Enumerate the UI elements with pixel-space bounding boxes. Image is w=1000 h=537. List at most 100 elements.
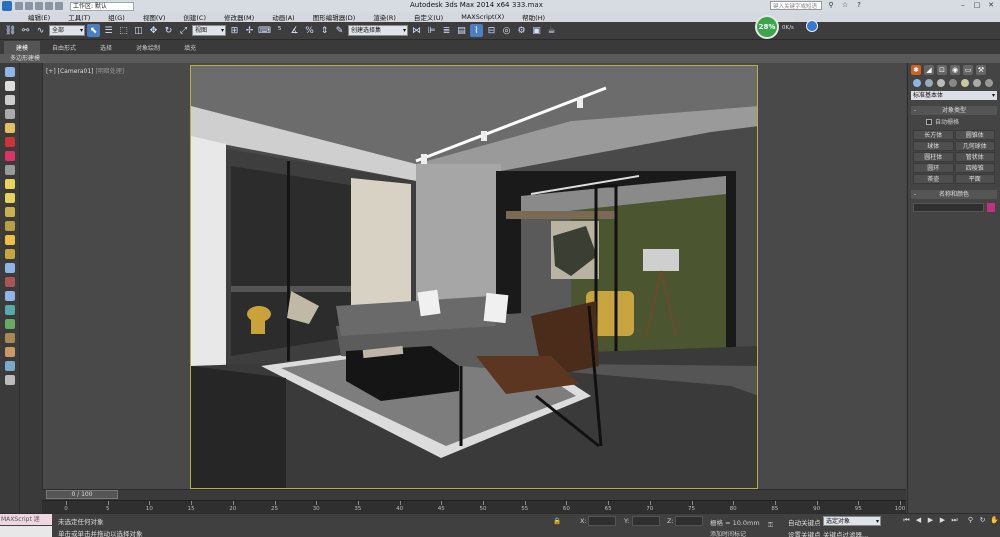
layer-explorer-icon[interactable] — [5, 109, 15, 119]
helpers-icon[interactable] — [961, 79, 969, 87]
select-object-icon[interactable]: ⬉ — [87, 24, 100, 37]
go-start-icon[interactable]: ⏮ — [902, 516, 911, 525]
new-icon[interactable] — [15, 2, 23, 10]
menu-item[interactable]: 渲染(R) — [373, 12, 396, 22]
utilities-tab-icon[interactable]: ⚒ — [976, 65, 986, 75]
star-icon[interactable]: ☆ — [840, 1, 850, 10]
menu-item[interactable]: 帮助(H) — [522, 12, 545, 22]
primitive-button[interactable]: 长方体 — [913, 130, 954, 140]
name-color-rollout[interactable]: - 名称和颜色 — [911, 190, 997, 199]
maximize-icon[interactable]: □ — [972, 1, 982, 10]
zoom-icon[interactable]: ⚲ — [966, 516, 975, 525]
rotate-icon[interactable]: ↻ — [162, 24, 175, 37]
y-coord-field[interactable] — [632, 516, 660, 526]
pivot-icon[interactable]: ⊞ — [228, 24, 241, 37]
keyboard-shortcut-icon[interactable]: ⌨ — [258, 24, 271, 37]
render-icon[interactable] — [5, 137, 15, 147]
save-icon[interactable] — [35, 2, 43, 10]
named-selection-dropdown[interactable]: 创建选择集 — [348, 25, 408, 36]
camera-icon[interactable] — [5, 291, 15, 301]
window-crossing-icon[interactable]: ◫ — [132, 24, 145, 37]
selection-filter-dropdown[interactable]: 全部 — [49, 25, 85, 36]
torus-icon[interactable] — [5, 207, 15, 217]
link-icon[interactable]: ⛓ — [4, 24, 17, 37]
orbit-icon[interactable]: ↻ — [978, 516, 987, 525]
maxscript-output[interactable] — [0, 526, 52, 537]
z-coord-field[interactable] — [675, 516, 703, 526]
select-manipulate-icon[interactable]: ✢ — [243, 24, 256, 37]
geometry-icon[interactable] — [913, 79, 921, 87]
menu-item[interactable]: 自定义(U) — [414, 12, 443, 22]
x-coord-field[interactable] — [588, 516, 616, 526]
add-time-tag[interactable]: 添加时间标记 — [710, 529, 746, 537]
key-filters-button[interactable]: 关键点过滤器... — [823, 529, 868, 537]
axis-icon[interactable] — [5, 361, 15, 371]
ribbon-tab[interactable]: 建模 — [4, 41, 41, 54]
teapot-icon[interactable] — [5, 221, 15, 231]
prev-frame-icon[interactable]: ◀ — [914, 516, 923, 525]
primitive-button[interactable]: 平面 — [954, 174, 995, 184]
menu-item[interactable]: 编辑(E) — [28, 12, 50, 22]
move-icon[interactable]: ✥ — [147, 24, 160, 37]
plant-icon[interactable] — [5, 319, 15, 329]
camera-viewport[interactable] — [190, 65, 758, 489]
primitive-button[interactable]: 管状体 — [954, 152, 995, 162]
gear-icon[interactable] — [5, 347, 15, 357]
display-tab-icon[interactable]: ▭ — [963, 65, 973, 75]
render-icon[interactable]: ☕ — [545, 24, 558, 37]
object-type-rollout[interactable]: - 对象类型 — [911, 106, 997, 115]
percent-snap-icon[interactable]: % — [303, 24, 316, 37]
search-input[interactable]: 键入关键字或短语 — [770, 1, 822, 10]
viewport-shading-label[interactable]: [明暗处理] — [95, 68, 124, 75]
modify-tab-icon[interactable]: ◢ — [924, 65, 934, 75]
menu-item[interactable]: MAXScript(X) — [461, 13, 504, 21]
viewport-menu-label[interactable]: [+] — [46, 68, 56, 75]
menu-item[interactable]: 组(G) — [108, 12, 125, 22]
light-icon[interactable] — [5, 123, 15, 133]
primitive-button[interactable]: 圆环 — [913, 163, 954, 173]
viewport-label[interactable]: [+] [Camera01] [明暗处理] — [46, 66, 124, 75]
display-icon[interactable] — [5, 81, 15, 91]
minimize-icon[interactable]: – — [958, 1, 968, 10]
snap-toggle-icon[interactable]: ⁵ — [273, 24, 286, 37]
hierarchy-tab-icon[interactable]: ⊡ — [937, 65, 947, 75]
scale-icon[interactable]: ⤢ — [177, 24, 190, 37]
circle-icon[interactable] — [5, 249, 15, 259]
spacewarps-icon[interactable] — [973, 79, 981, 87]
primitive-type-dropdown[interactable]: 标准基本体 — [911, 91, 997, 100]
ribbon-subpanel[interactable]: 多边形建模 — [0, 54, 1000, 63]
maxscript-listener[interactable]: MAXScript 迷 — [0, 514, 52, 525]
reactor-icon[interactable] — [5, 165, 15, 175]
viewport-icon[interactable] — [5, 67, 15, 77]
bind-spacewarp-icon[interactable]: ∿ — [34, 24, 47, 37]
key-icon[interactable]: ⚿ — [768, 521, 773, 530]
primitive-button[interactable]: 茶壶 — [913, 174, 954, 184]
edit-named-sel-icon[interactable]: ✎ — [333, 24, 346, 37]
accelerate-icon[interactable] — [806, 20, 818, 32]
mirror-icon[interactable]: ⋈ — [410, 24, 423, 37]
graphite-icon[interactable]: ▤ — [455, 24, 468, 37]
help-icon[interactable]: ? — [854, 1, 864, 10]
close-icon[interactable]: ✕ — [986, 1, 996, 10]
ribbon-tab[interactable]: 自由形式 — [40, 41, 88, 54]
systems-icon[interactable] — [985, 79, 993, 87]
menu-item[interactable]: 动画(A) — [272, 12, 295, 22]
lock-icon[interactable]: 🔒 — [553, 517, 561, 525]
render-setup-icon[interactable]: ⚙ — [515, 24, 528, 37]
primitive-button[interactable]: 球体 — [913, 141, 954, 151]
sun-icon[interactable] — [5, 235, 15, 245]
time-slider[interactable]: 0 / 100 — [46, 490, 118, 499]
go-end-icon[interactable]: ⏭ — [950, 516, 959, 525]
menu-item[interactable]: 视图(V) — [143, 12, 166, 22]
menu-item[interactable]: 创建(C) — [183, 12, 206, 22]
autogrid-checkbox[interactable]: 自动栅格 — [908, 115, 1000, 128]
performance-meter[interactable]: 28% — [755, 15, 779, 39]
viewport-camera-label[interactable]: [Camera01] — [58, 68, 94, 75]
ribbon-tab[interactable]: 填充 — [172, 41, 208, 54]
menu-item[interactable]: 图形编辑器(D) — [313, 12, 356, 22]
app-logo-icon[interactable] — [2, 1, 12, 11]
auto-key-button[interactable]: 自动关键点 — [788, 517, 821, 527]
pan-icon[interactable]: ✋ — [990, 516, 999, 525]
primitive-button[interactable]: 四棱锥 — [954, 163, 995, 173]
search-icon[interactable]: ⚲ — [826, 1, 836, 10]
